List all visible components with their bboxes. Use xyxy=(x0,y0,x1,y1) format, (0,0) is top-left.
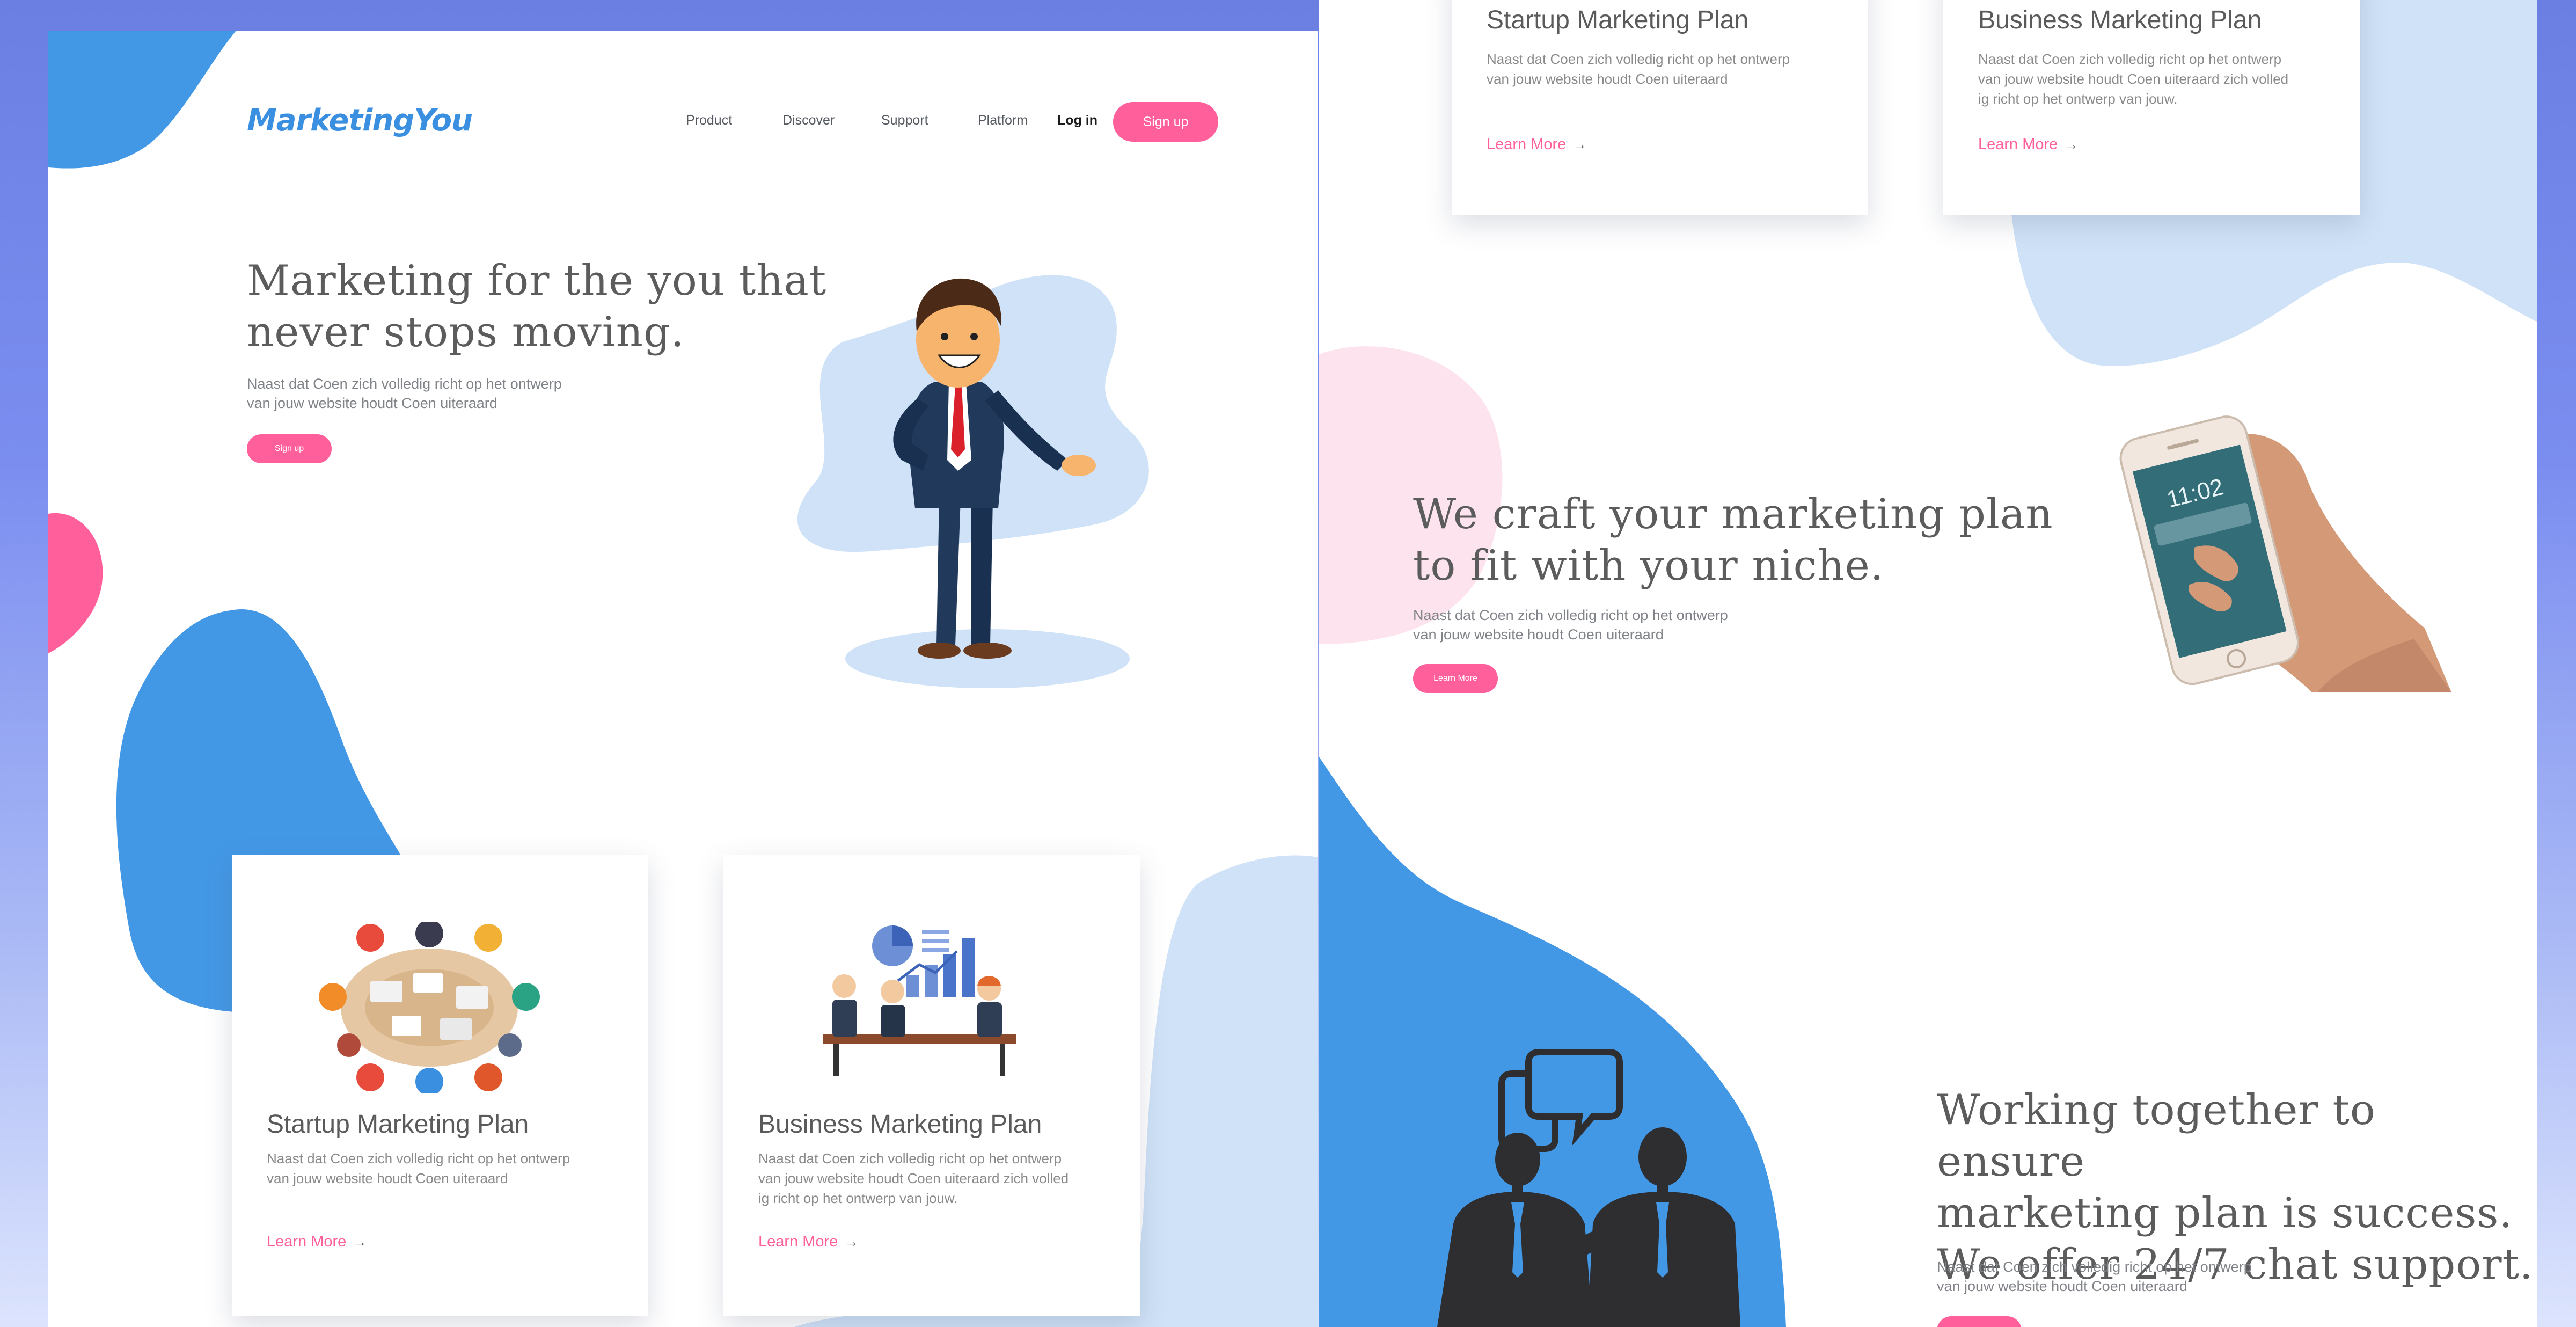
businessman-illustration xyxy=(797,275,1149,688)
blue-corner-blob xyxy=(48,31,236,169)
learn-more-link[interactable]: Learn More → xyxy=(758,1233,858,1251)
card-title: Business Marketing Plan xyxy=(758,1110,1042,1139)
hero-signup-button[interactable]: Sign up xyxy=(247,434,332,463)
learn-more-label: Learn More xyxy=(758,1233,838,1250)
nav-platform[interactable]: Platform xyxy=(978,113,1028,128)
support-description: Naast dat Coen zich volledig richt op he… xyxy=(1937,1259,2252,1294)
niche-learn-more-button[interactable]: Learn More xyxy=(1413,664,1498,693)
hero-title: Marketing for the you that never stops m… xyxy=(247,257,827,356)
arrow-right-icon: → xyxy=(844,1234,859,1250)
arrow-right-icon: → xyxy=(1572,136,1587,152)
nav-discover[interactable]: Discover xyxy=(782,113,835,128)
arrow-right-icon: → xyxy=(2064,136,2079,152)
phone-in-hand-illustration: 11:02 xyxy=(2119,415,2451,692)
business-plan-card: Business Marketing Plan Naast dat Coen z… xyxy=(723,855,1140,1316)
card-title: Startup Marketing Plan xyxy=(267,1110,529,1139)
card-title: Business Marketing Plan xyxy=(1978,6,2262,34)
chat-support-illustration xyxy=(1437,1049,1740,1327)
team-meeting-table-icon xyxy=(319,922,540,1093)
nav-product[interactable]: Product xyxy=(686,113,732,128)
light-blue-right-blob xyxy=(1132,855,1318,1327)
header-signup-button[interactable]: Sign up xyxy=(1113,102,1218,142)
learn-more-link[interactable]: Learn More → xyxy=(267,1233,367,1251)
learn-more-label: Learn More xyxy=(1487,136,1567,153)
niche-description: Naast dat Coen zich volledig richt op he… xyxy=(1413,607,1728,643)
brand-logo[interactable]: MarketingYou xyxy=(247,103,473,138)
support-cta-button[interactable] xyxy=(1937,1316,2022,1327)
pink-edge-blob xyxy=(48,513,103,653)
card-description: Naast dat Coen zich volledig richt op he… xyxy=(267,1150,570,1186)
login-link[interactable]: Log in xyxy=(1057,113,1097,128)
card-title: Startup Marketing Plan xyxy=(1487,6,1749,34)
arrow-right-icon: → xyxy=(353,1234,367,1250)
card-description: Naast dat Coen zich volledig richt op he… xyxy=(1487,51,1790,87)
business-presentation-icon xyxy=(823,925,1016,1076)
startup-plan-card: Startup Marketing Plan Naast dat Coen zi… xyxy=(232,855,648,1316)
business-plan-card: Business Marketing Plan Naast dat Coen z… xyxy=(1943,0,2360,215)
learn-more-link[interactable]: Learn More → xyxy=(1487,136,1586,154)
learn-more-link[interactable]: Learn More → xyxy=(1978,136,2078,154)
hero-description: Naast dat Coen zich volledig richt op he… xyxy=(247,376,562,411)
learn-more-label: Learn More xyxy=(1978,136,2058,153)
learn-more-label: Learn More xyxy=(267,1233,347,1250)
startup-plan-card: Startup Marketing Plan Naast dat Coen zi… xyxy=(1452,0,1868,215)
card-description: Naast dat Coen zich volledig richt op he… xyxy=(1978,51,2289,107)
landing-page-bottom: Startup Marketing Plan Naast dat Coen zi… xyxy=(1319,0,2537,1327)
card-description: Naast dat Coen zich volledig richt op he… xyxy=(758,1150,1069,1206)
nav-support[interactable]: Support xyxy=(881,113,928,128)
landing-page-top: MarketingYou Product Discover Support Pl… xyxy=(48,31,1318,1327)
niche-title: We craft your marketing plan to fit with… xyxy=(1413,490,2053,590)
